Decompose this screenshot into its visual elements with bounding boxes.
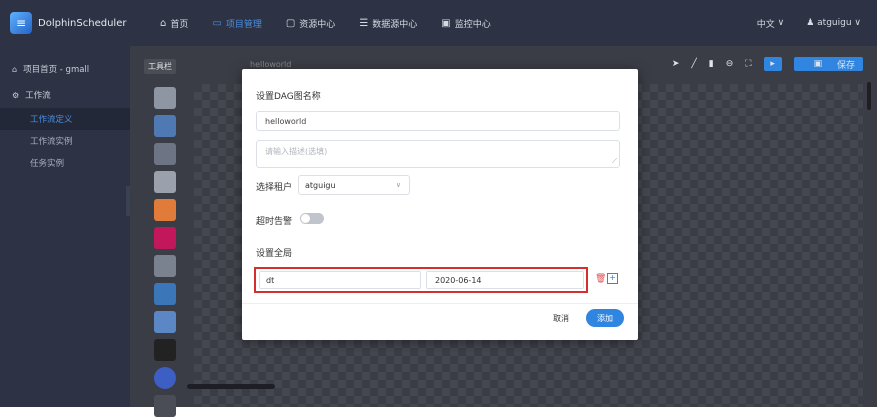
add-param-icon[interactable]: +	[607, 273, 618, 284]
param-key-input[interactable]: dt	[259, 271, 421, 289]
monitor-icon: ▣	[441, 17, 451, 29]
cancel-button[interactable]: 取消	[553, 313, 569, 324]
nav-item-label: 首页	[170, 19, 189, 30]
description-textarea[interactable]: 请输入描述(选填) ⟋	[256, 140, 620, 168]
tenant-label: 选择租户	[256, 183, 293, 193]
delete-param-icon[interactable]: 🗑	[595, 274, 606, 284]
mr-task-icon[interactable]	[154, 255, 176, 277]
sidebar-item-label: 工作流	[25, 91, 51, 101]
canvas-title: helloworld	[250, 60, 292, 69]
global-params-label: 设置全局	[256, 249, 293, 259]
vertical-scrollbar[interactable]	[867, 82, 871, 110]
tenant-value: atguigu	[305, 180, 336, 190]
toggle-knob	[301, 214, 310, 223]
chevron-down-icon: ∨	[774, 18, 785, 28]
sidebar-item-label: 任务实例	[30, 159, 65, 169]
timeout-label: 超时告警	[256, 217, 293, 227]
dependent-task-icon[interactable]	[154, 311, 176, 333]
gear-icon: ⚙	[12, 90, 20, 100]
description-placeholder: 请输入描述(选填)	[265, 147, 328, 156]
top-nav-bar: ≡ DolphinScheduler ⌂ 首页 ▭ 项目管理 ▢ 资源中心 ☰ …	[0, 0, 877, 46]
nav-item-datasource[interactable]: ☰ 数据源中心	[359, 0, 417, 46]
chevron-down-icon: ∨	[851, 18, 861, 28]
save-label: 保存	[836, 60, 855, 71]
nav-item-resource[interactable]: ▢ 资源中心	[286, 0, 335, 46]
sidebar-item-label: 工作流实例	[30, 137, 73, 147]
procedure-task-icon[interactable]	[154, 143, 176, 165]
nav-item-project[interactable]: ▭ 项目管理	[212, 0, 261, 46]
sidebar: ⌂ 项目首页 - gmall ⚙ 工作流 工作流定义 工作流实例 任务实例	[0, 46, 130, 407]
main-nav: ⌂ 首页 ▭ 项目管理 ▢ 资源中心 ☰ 数据源中心 ▣ 监控中心	[160, 0, 515, 46]
save-icon: ▣	[813, 59, 825, 69]
user-name: atguigu	[817, 18, 852, 28]
nav-item-label: 资源中心	[299, 19, 336, 30]
http-task-icon[interactable]	[154, 339, 176, 361]
folder-icon: ▢	[285, 17, 296, 29]
nav-item-home[interactable]: ⌂ 首页	[160, 0, 188, 46]
canvas-tools: ➤ ╱ ▮ ⊖ ⛶ ▸ ▣ 保存	[660, 57, 863, 71]
spark-task-icon[interactable]	[154, 199, 176, 221]
database-icon: ☰	[359, 17, 369, 29]
subprocess-task-icon[interactable]	[154, 115, 176, 137]
language-label: 中文	[756, 19, 775, 30]
global-param-row: dt 2020-06-14	[254, 267, 588, 293]
user-icon: ♟	[806, 18, 818, 28]
shell-task-icon[interactable]	[154, 87, 176, 109]
sidebar-item-project-home[interactable]: ⌂ 项目首页 - gmall	[0, 56, 130, 82]
sidebar-item-label: 工作流定义	[30, 115, 73, 125]
sidebar-item-workflow[interactable]: ⚙ 工作流	[0, 82, 130, 108]
nav-item-label: 项目管理	[225, 19, 262, 30]
nav-item-label: 数据源中心	[372, 19, 418, 30]
delete-icon[interactable]: ▮	[709, 59, 714, 69]
nav-item-label: 监控中心	[454, 19, 491, 30]
top-right-menu: 中文 ∨ ♟ atguigu ∨	[735, 0, 861, 46]
python-task-icon[interactable]	[154, 283, 176, 305]
home-icon: ⌂	[160, 17, 167, 29]
sqoop-task-icon[interactable]	[154, 395, 176, 417]
user-menu[interactable]: ♟ atguigu ∨	[806, 18, 861, 28]
task-palette	[144, 84, 186, 417]
brand-name: DolphinScheduler	[38, 17, 127, 29]
save-button[interactable]: ▣ 保存	[793, 57, 863, 71]
dialog-divider	[242, 303, 638, 304]
flink-task-icon[interactable]	[154, 227, 176, 249]
add-button[interactable]: 添加	[586, 309, 624, 327]
datax-task-icon[interactable]	[154, 367, 176, 389]
line-icon[interactable]: ╱	[691, 59, 696, 69]
run-button[interactable]: ▸	[763, 57, 782, 71]
dag-settings-dialog: 设置DAG图名称 请输入描述(选填) ⟋ 选择租户 atguigu ∨ 超时告警…	[242, 69, 638, 340]
download-icon[interactable]: ⊖	[726, 59, 734, 69]
tenant-select[interactable]: atguigu ∨	[298, 175, 410, 195]
home-icon: ⌂	[12, 64, 18, 74]
logo-icon: ≡	[10, 12, 32, 34]
param-key-value: dt	[266, 275, 275, 285]
param-value-text: 2020-06-14	[435, 275, 482, 285]
resize-handle-icon[interactable]: ⟋	[612, 157, 617, 166]
add-label: 添加	[597, 313, 613, 323]
pointer-icon[interactable]: ➤	[672, 59, 680, 69]
param-value-input[interactable]: 2020-06-14	[426, 271, 584, 289]
sidebar-item-workflow-instance[interactable]: 工作流实例	[0, 130, 130, 152]
sql-task-icon[interactable]	[154, 171, 176, 193]
brand[interactable]: ≡ DolphinScheduler	[0, 12, 160, 34]
dag-name-input[interactable]	[256, 111, 620, 131]
toolbar-label: 工具栏	[144, 59, 176, 74]
fullscreen-icon[interactable]: ⛶	[745, 59, 751, 69]
dialog-title: 设置DAG图名称	[256, 92, 321, 102]
timeout-alarm-toggle[interactable]	[300, 213, 324, 224]
nav-item-monitor[interactable]: ▣ 监控中心	[441, 0, 490, 46]
language-select[interactable]: 中文 ∨	[757, 17, 784, 30]
sidebar-item-task-instance[interactable]: 任务实例	[0, 152, 130, 174]
horizontal-scrollbar[interactable]	[187, 384, 275, 389]
chevron-down-icon: ∨	[395, 181, 401, 189]
sidebar-item-label: 项目首页 - gmall	[23, 65, 90, 75]
project-icon: ▭	[212, 17, 222, 29]
sidebar-item-workflow-definition[interactable]: 工作流定义	[0, 108, 130, 130]
